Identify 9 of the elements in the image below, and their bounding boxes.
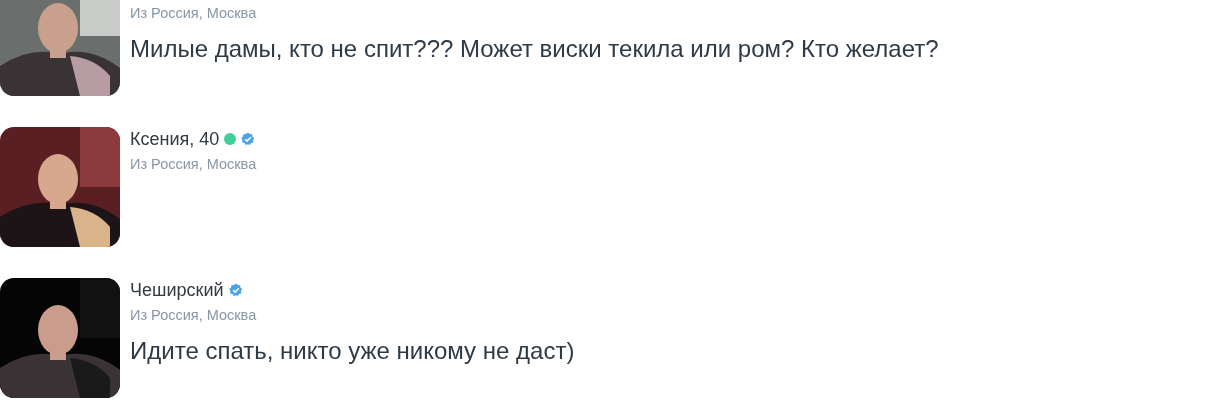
user-location: Из Россия, Москва: [130, 306, 258, 325]
post-message: Идите спать, никто уже никому не даст): [130, 336, 575, 366]
user-location: Из Россия, Москва: [130, 155, 257, 174]
verified-badge-icon: [241, 132, 256, 146]
user-location: Из Россия, Москва: [130, 4, 258, 23]
user-name[interactable]: Чеширский: [130, 279, 224, 301]
user-name[interactable]: Ксения, 40: [130, 128, 220, 150]
verified-badge-icon: [228, 283, 243, 297]
post-message: Милые дамы, кто не спит??? Может виски текила или ром? Кто желает?: [130, 34, 939, 64]
